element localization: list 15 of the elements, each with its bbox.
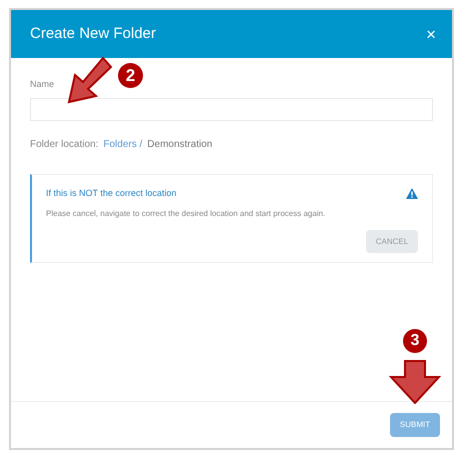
- current-folder: Demonstration: [147, 138, 212, 152]
- field-label: Name: [30, 78, 56, 91]
- close-button[interactable]: ×: [426, 26, 436, 42]
- alert-message: Please cancel, navigate to correct the desired location and start process again.: [46, 208, 326, 220]
- arrow-icon: [66, 57, 112, 104]
- step-badge: 3: [403, 329, 427, 353]
- warning-icon: [406, 188, 418, 199]
- arrow-icon: [389, 360, 441, 404]
- cancel-button[interactable]: CANCEL: [366, 230, 418, 253]
- step-badge: 2: [118, 63, 143, 88]
- alert-title: If this is NOT the correct location: [46, 186, 176, 200]
- name-input-field[interactable]: [30, 98, 433, 120]
- dialog-title: Create New Folder: [30, 24, 156, 44]
- folders-link[interactable]: Folders /: [103, 136, 142, 152]
- location-label: Folder location:: [30, 138, 98, 152]
